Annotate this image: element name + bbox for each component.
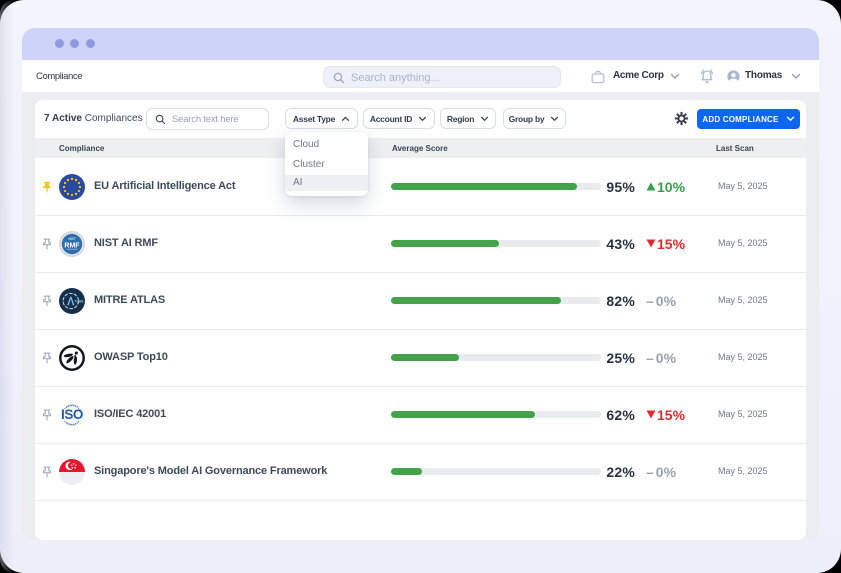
svg-text:RMF: RMF bbox=[64, 242, 80, 249]
svg-text:ISO: ISO bbox=[61, 407, 83, 422]
svg-text:TLAS: TLAS bbox=[75, 299, 85, 303]
svg-text:NIST: NIST bbox=[68, 237, 75, 241]
